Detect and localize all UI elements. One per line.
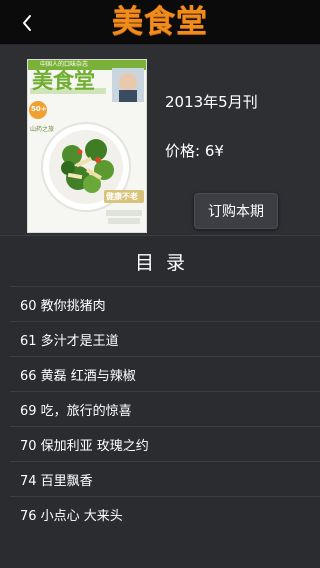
buy-issue-button[interactable]: 订购本期	[194, 193, 278, 229]
toc-item[interactable]: 61 多汁才是王道	[10, 321, 320, 356]
issue-panel: 中国人的口味杂志 美食堂 50+ 山药之旅 健康不老 2013年5月刊 价格: …	[0, 45, 320, 235]
issue-price: 价格: 6¥	[165, 142, 224, 160]
toc-item[interactable]: 66 黄磊 红酒与辣椒	[10, 356, 320, 391]
toc-item[interactable]: 74 百里飘香	[10, 461, 320, 496]
issue-title: 2013年5月刊	[165, 93, 258, 111]
toc-item[interactable]: 60 教你挑猪肉	[10, 286, 320, 321]
toc-title: 目录	[134, 252, 197, 274]
app-logo: 美食堂	[112, 4, 208, 40]
nav-bar: 美食堂	[0, 0, 320, 45]
magazine-cover[interactable]: 中国人的口味杂志 美食堂 50+ 山药之旅 健康不老	[28, 60, 146, 232]
cover-badge: 50+	[31, 105, 47, 113]
divider	[0, 235, 320, 236]
cover-headline: 健康不老	[106, 192, 138, 201]
cover-tag: 山药之旅	[30, 126, 55, 133]
cover-masthead: 美食堂	[32, 68, 95, 93]
toc-list: 60 教你挑猪肉 61 多汁才是王道 66 黄磊 红酒与辣椒 69 吃，旅行的惊…	[10, 286, 320, 531]
toc-item[interactable]: 76 小点心 大来头	[10, 496, 320, 531]
toc-item[interactable]: 70 保加利亚 玫瑰之约	[10, 426, 320, 461]
toc-item[interactable]: 69 吃，旅行的惊喜	[10, 391, 320, 426]
